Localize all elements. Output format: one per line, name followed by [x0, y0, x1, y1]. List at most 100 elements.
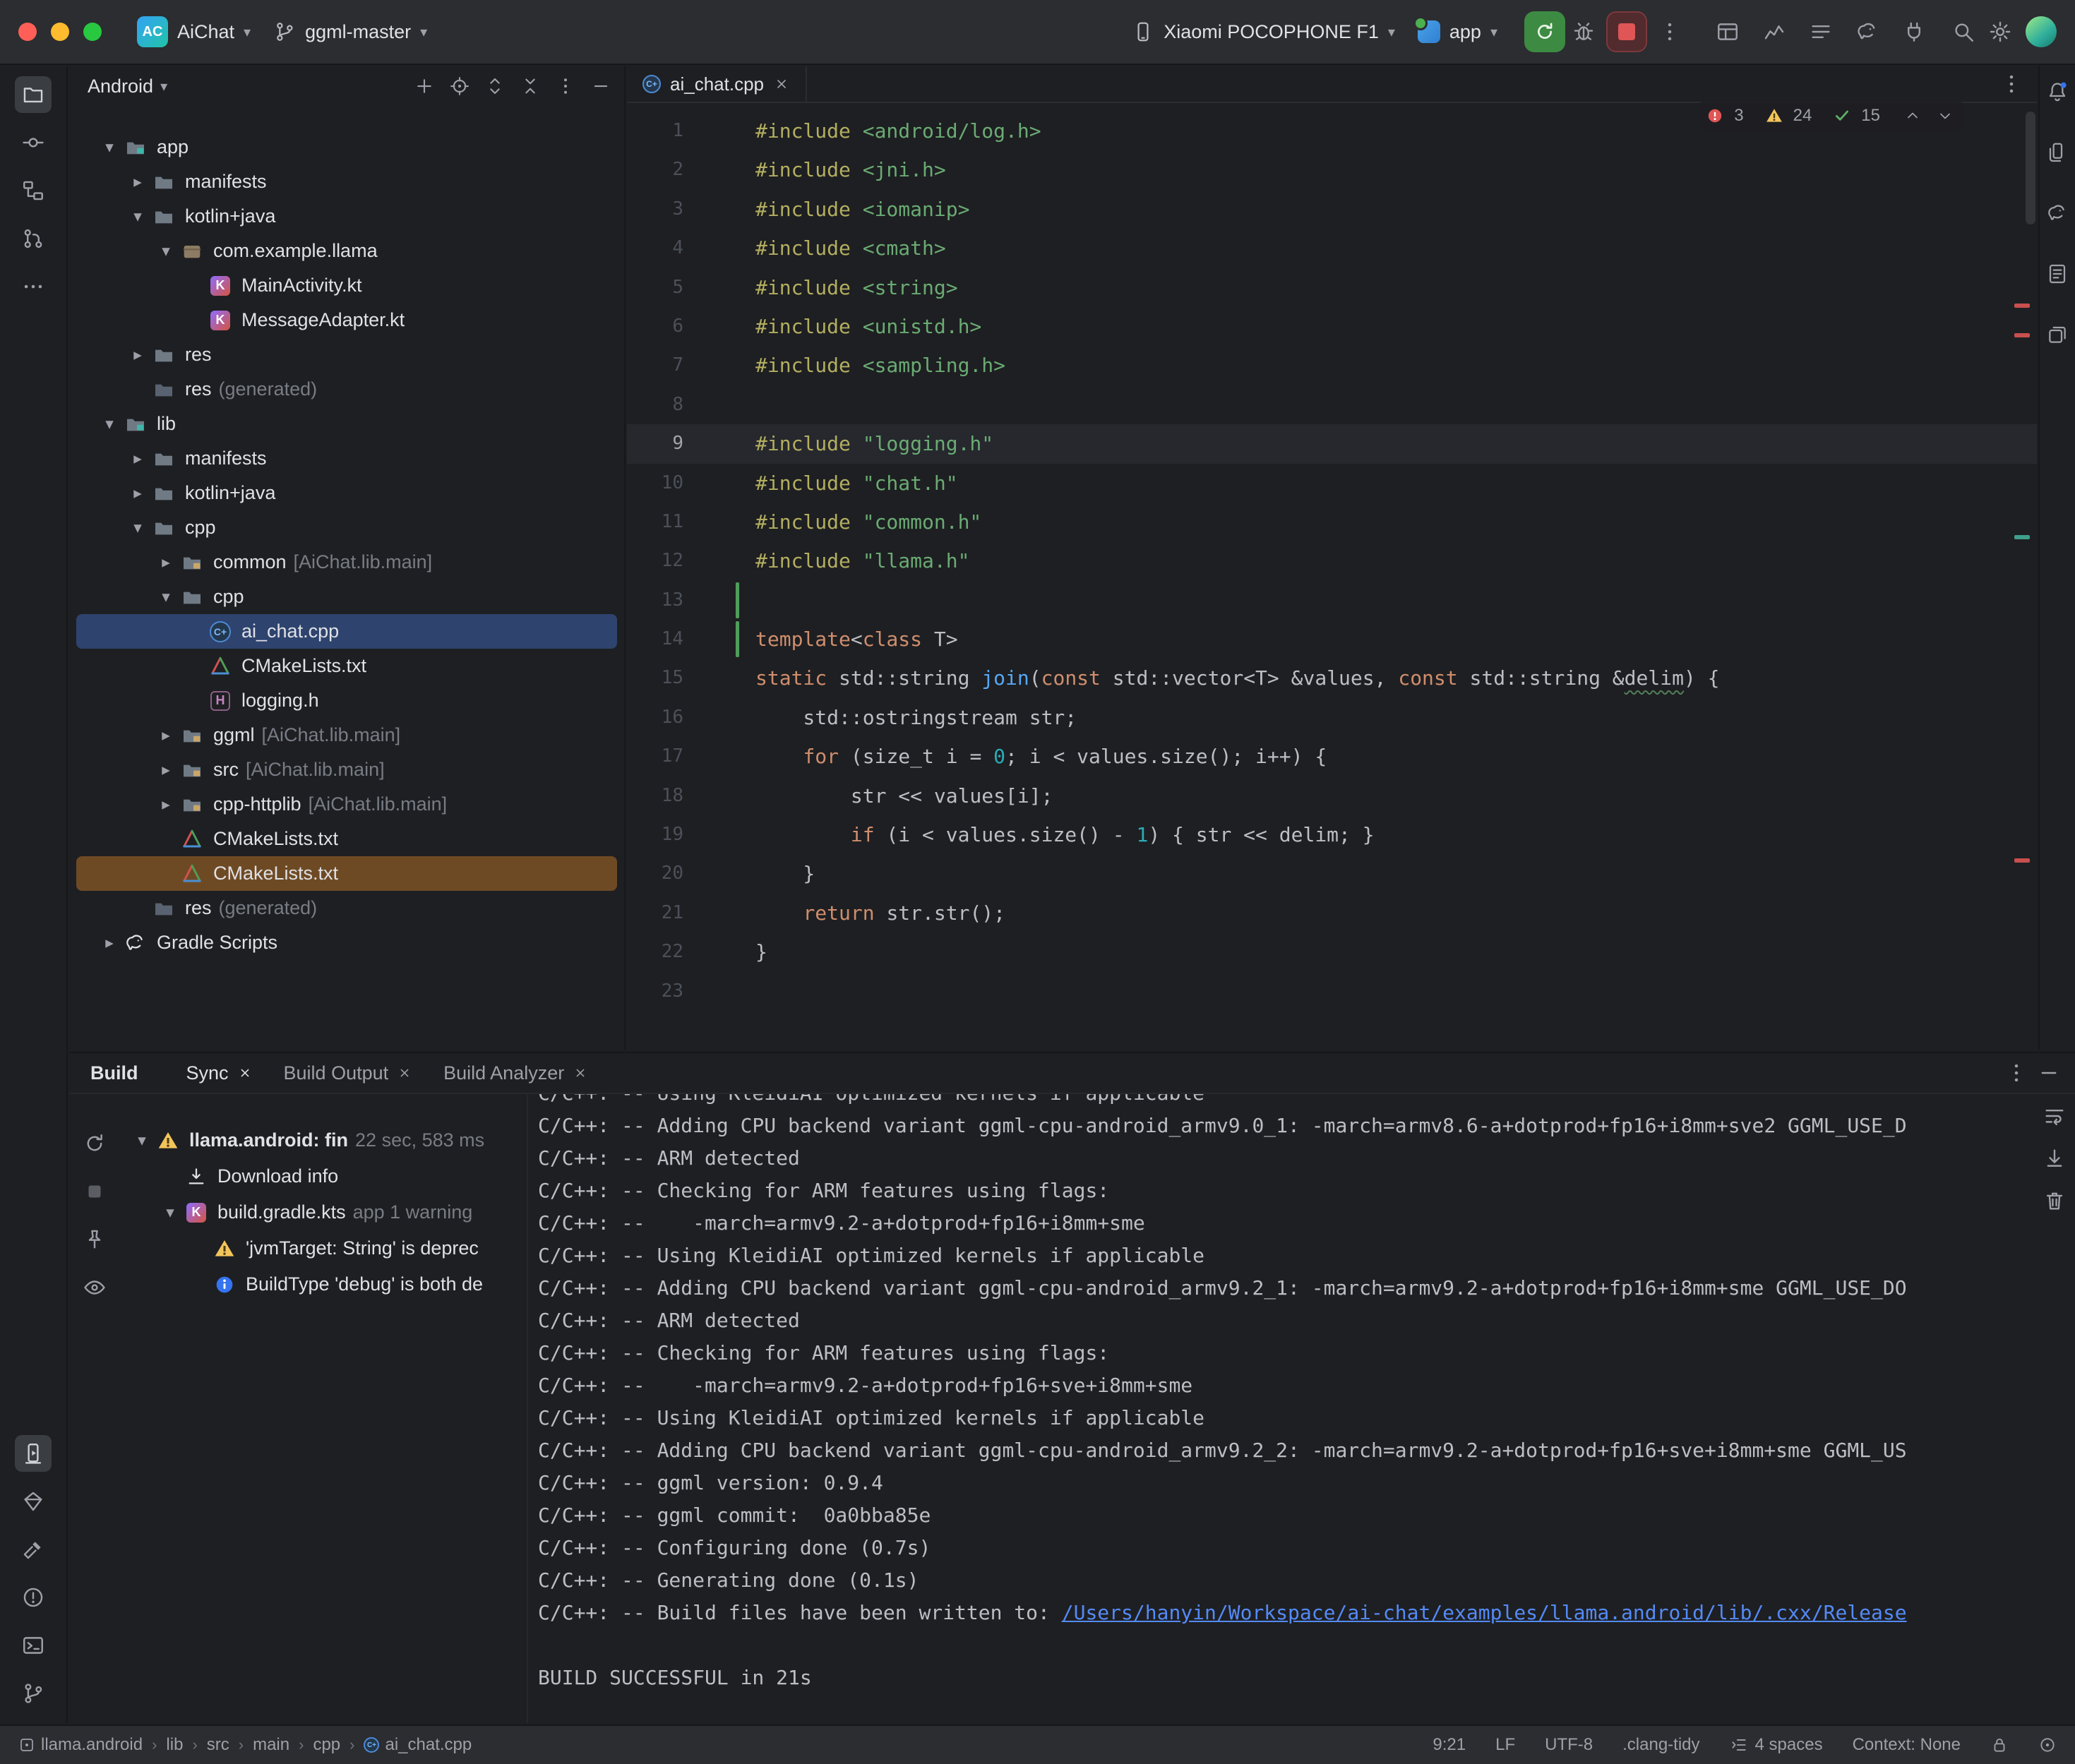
code-line-13[interactable]: 13: [627, 581, 2037, 620]
error-stripe-mark[interactable]: [2014, 333, 2030, 337]
inspection-button[interactable]: [15, 1483, 52, 1520]
gutter[interactable]: [683, 424, 755, 463]
close-icon[interactable]: [397, 1065, 412, 1081]
editor-options-button[interactable]: [1993, 66, 2030, 102]
code-line-18[interactable]: 18 str << values[i];: [627, 776, 2037, 815]
build-tree-item-jvmtarget-string-is-deprec[interactable]: 'jvmTarget: String' is deprec: [119, 1230, 527, 1266]
code-line-11[interactable]: 11#include "common.h": [627, 503, 2037, 541]
build-tree-item-buildtype-debug-is-both-de[interactable]: BuildType 'debug' is both de: [119, 1266, 527, 1302]
status-indent-config[interactable]: 4 spaces: [1730, 1735, 1823, 1755]
error-count[interactable]: 3: [1734, 106, 1743, 126]
code-line-7[interactable]: 7#include <sampling.h>: [627, 346, 2037, 385]
tree-item-cmakelists-txt[interactable]: CMakeLists.txt: [76, 649, 617, 683]
close-icon[interactable]: [237, 1065, 253, 1081]
tree-item-cpp-httplib[interactable]: ▸cpp-httplib[AiChat.lib.main]: [76, 787, 617, 822]
code-line-5[interactable]: 5#include <string>: [627, 268, 2037, 307]
bell-button[interactable]: [2040, 75, 2074, 109]
gutter[interactable]: [683, 150, 755, 189]
tree-item-cmakelists-txt[interactable]: CMakeLists.txt: [76, 822, 617, 856]
gutter[interactable]: [683, 190, 755, 229]
gutter[interactable]: [683, 698, 755, 737]
softwrap-button[interactable]: [2038, 1100, 2071, 1132]
code-line-9[interactable]: 9#include "logging.h": [627, 424, 2037, 463]
code-line-10[interactable]: 10#include "chat.h": [627, 464, 2037, 503]
minus-button[interactable]: [585, 70, 617, 102]
device-manager-button[interactable]: [2040, 136, 2074, 169]
terminal-button[interactable]: [15, 1627, 52, 1664]
collapse-button[interactable]: [514, 70, 546, 102]
tree-item-kotlin-java[interactable]: ▾kotlin+java: [76, 199, 617, 234]
kebab-button[interactable]: [549, 70, 582, 102]
status-caret-position[interactable]: 9:21: [1433, 1735, 1466, 1755]
tree-item-com-example-llama[interactable]: ▾com.example.llama: [76, 234, 617, 268]
tree-item-mainactivity-kt[interactable]: KMainActivity.kt: [76, 268, 617, 303]
change-stripe-mark[interactable]: [2014, 535, 2030, 539]
editor-tab-ai-chat-cpp[interactable]: C+ ai_chat.cpp: [627, 66, 807, 102]
chevron-right-icon[interactable]: ▸: [124, 172, 151, 191]
chevron-right-icon[interactable]: ▸: [153, 553, 179, 572]
console-path-link[interactable]: /Users/hanyin/Workspace/ai-chat/examples…: [1062, 1601, 1907, 1624]
build-hammer-button[interactable]: [15, 1531, 52, 1568]
gutter[interactable]: [683, 854, 755, 893]
project-button[interactable]: [15, 76, 52, 113]
rerun-button[interactable]: [78, 1127, 112, 1160]
code-line-2[interactable]: 2#include <jni.h>: [627, 150, 2037, 189]
project-selector[interactable]: AC AiChat ▾: [126, 9, 262, 54]
problems-button[interactable]: [15, 1579, 52, 1616]
tab-build-output[interactable]: Build Output: [268, 1053, 429, 1093]
gutter[interactable]: [683, 581, 755, 620]
tree-item-manifests[interactable]: ▸manifests: [76, 441, 617, 476]
branch-selector[interactable]: ggml-master ▾: [262, 9, 438, 54]
chevron-right-icon[interactable]: ▸: [124, 484, 151, 503]
gradle-button[interactable]: [2040, 196, 2074, 230]
project-view-selector[interactable]: Android: [88, 76, 153, 97]
scrolldown-button[interactable]: [2038, 1142, 2071, 1175]
device-selector[interactable]: Xiaomi POCOPHONE F1 ▾: [1120, 9, 1406, 54]
chevron-right-icon[interactable]: ▸: [124, 345, 151, 364]
status-highlight-level[interactable]: [2038, 1736, 2057, 1754]
gutter[interactable]: [683, 932, 755, 971]
stop-square-button[interactable]: [78, 1175, 112, 1208]
layers-button[interactable]: [2040, 318, 2074, 352]
error-stripe-mark[interactable]: [2014, 858, 2030, 863]
status-encoding[interactable]: UTF-8: [1545, 1735, 1593, 1755]
hide-build-window-button[interactable]: [2033, 1057, 2065, 1089]
error-stripe-mark[interactable]: [2014, 304, 2030, 308]
tab-sync[interactable]: Sync: [171, 1053, 268, 1093]
code-line-16[interactable]: 16 std::ostringstream str;: [627, 698, 2037, 737]
tree-item-logging-h[interactable]: Hlogging.h: [76, 683, 617, 718]
gradle-button[interactable]: [1849, 13, 1886, 50]
structure-button[interactable]: [15, 172, 52, 209]
tree-item-cmakelists-txt[interactable]: CMakeLists.txt: [76, 856, 617, 891]
chevron-down-icon[interactable]: ▾: [157, 1203, 184, 1222]
settings-button[interactable]: [1982, 13, 2019, 50]
chevron-down-icon[interactable]: ▾: [124, 207, 151, 226]
build-tree-item-build-gradle-kts[interactable]: ▾Kbuild.gradle.ktsapp 1 warning: [119, 1194, 527, 1230]
target-button[interactable]: [443, 70, 476, 102]
expand-button[interactable]: [479, 70, 511, 102]
prev-problem-button[interactable]: [1900, 103, 1925, 128]
run-button[interactable]: [1524, 11, 1565, 52]
zoom-window-button[interactable]: [83, 23, 102, 41]
passed-count[interactable]: 15: [1861, 106, 1880, 126]
gutter[interactable]: [683, 776, 755, 815]
tree-item-ggml[interactable]: ▸ggml[AiChat.lib.main]: [76, 718, 617, 752]
eye-button[interactable]: [78, 1271, 112, 1304]
device-mirror-button[interactable]: [15, 1435, 52, 1472]
tree-item-res[interactable]: ▸res: [76, 337, 617, 372]
tree-item-kotlin-java[interactable]: ▸kotlin+java: [76, 476, 617, 510]
chevron-down-icon[interactable]: ▾: [124, 518, 151, 537]
tree-item-cpp[interactable]: ▾cpp: [76, 510, 617, 545]
build-options-button[interactable]: [2000, 1057, 2033, 1089]
code-line-21[interactable]: 21 return str.str();: [627, 894, 2037, 932]
plus-button[interactable]: [408, 70, 441, 102]
close-icon[interactable]: [773, 76, 790, 92]
breadcrumb-ai-chat-cpp[interactable]: C+ai_chat.cpp: [364, 1735, 472, 1755]
breadcrumb-llama-android[interactable]: llama.android: [18, 1735, 143, 1755]
chevron-down-icon[interactable]: ▾: [96, 138, 123, 157]
tree-item-common[interactable]: ▸common[AiChat.lib.main]: [76, 545, 617, 580]
code-line-4[interactable]: 4#include <cmath>: [627, 229, 2037, 268]
tree-item-lib[interactable]: ▾lib: [76, 407, 617, 441]
status-clang-tidy[interactable]: .clang-tidy: [1622, 1735, 1699, 1755]
chevron-right-icon[interactable]: ▸: [96, 933, 123, 952]
